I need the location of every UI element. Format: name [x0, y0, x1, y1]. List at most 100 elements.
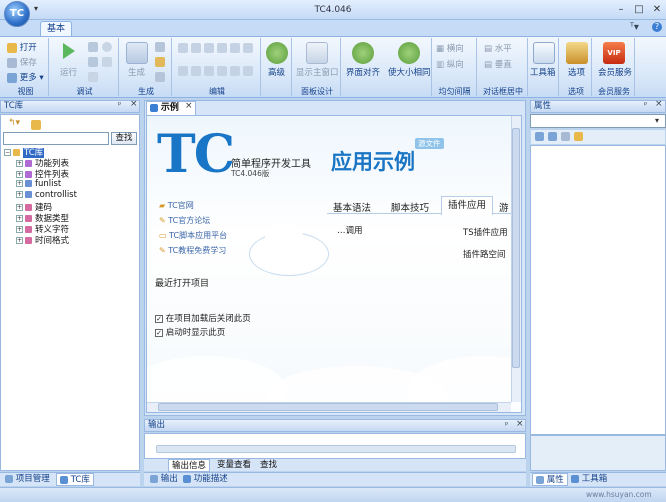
categorized-icon[interactable] [535, 132, 544, 141]
stop-icon[interactable] [102, 42, 112, 52]
tree-expander-icon[interactable]: + [16, 171, 23, 178]
uncomment-icon[interactable] [243, 66, 253, 76]
save-button[interactable]: 保存 [7, 56, 37, 68]
tree-item[interactable]: + 数据类型 [4, 212, 138, 224]
tree-expander-icon[interactable]: + [16, 215, 23, 222]
tree-item[interactable]: + 建码 [4, 201, 138, 213]
source-file-badge[interactable]: 源文件 [415, 138, 444, 149]
duplicate-icon[interactable] [243, 43, 253, 53]
tab-toolbox[interactable]: 工具箱 [568, 473, 610, 486]
compile-icon[interactable] [155, 42, 165, 52]
package-icon[interactable] [155, 57, 165, 67]
output-close-icon[interactable]: × [516, 419, 524, 429]
alphabetical-icon[interactable] [548, 132, 557, 141]
close-button[interactable]: ✕ [650, 3, 664, 16]
sample-vscroll-thumb[interactable] [512, 128, 520, 368]
generate-button[interactable]: 生成 [128, 66, 145, 78]
left-panel-close-icon[interactable]: × [130, 99, 138, 109]
breakpoint-icon[interactable] [102, 57, 112, 67]
pause-icon[interactable] [88, 72, 98, 82]
show-main-window-button[interactable]: 显示主窗口 [296, 66, 339, 78]
right-panel-close-icon[interactable]: × [655, 99, 663, 109]
paste-icon[interactable] [204, 43, 214, 53]
tab-variable-watch[interactable]: 变量查看 [214, 459, 254, 472]
undo-icon[interactable] [178, 66, 188, 76]
checkbox-show-on-start[interactable]: ✓ [155, 328, 163, 337]
ts-plugin-item[interactable]: TS插件应用 [463, 226, 508, 238]
tree-expander-icon[interactable]: + [16, 226, 23, 233]
option-show-on-start[interactable]: ✓ 启动时显示此页 [155, 326, 225, 338]
properties-icon[interactable] [561, 132, 570, 141]
help-question-icon[interactable]: ? [652, 22, 662, 32]
tab-output[interactable]: 输出 [147, 473, 181, 486]
more-button[interactable]: 更多 ▾ [7, 71, 44, 83]
tab-function-description[interactable]: 功能描述 [180, 473, 231, 486]
tab-find[interactable]: 查找 [257, 459, 280, 472]
open-button[interactable]: 打开 [7, 41, 37, 53]
left-fragment-item[interactable]: …调用 [337, 224, 363, 236]
library-search-input[interactable] [3, 132, 109, 145]
output-pin-icon[interactable]: ᵖ [505, 420, 508, 429]
tree-item[interactable]: + 时间格式 [4, 234, 138, 246]
copy-icon[interactable] [191, 43, 201, 53]
plugin-path-item[interactable]: 插件路空间 [463, 248, 506, 260]
vip-service-button[interactable]: 会员服务 [598, 66, 632, 78]
tree-expander-icon[interactable]: + [16, 204, 23, 211]
checkbox-close-after-load[interactable]: ✓ [155, 314, 163, 323]
tree-item[interactable]: + controllist [4, 190, 138, 201]
ribbon-tab-basic[interactable]: 基本 [40, 21, 72, 37]
tree-item[interactable]: − TC库 [4, 146, 138, 158]
left-panel-pin-icon[interactable]: ᵖ [118, 100, 121, 109]
tree-item[interactable]: + 控件列表 [4, 168, 138, 180]
tab-more[interactable]: 游 [499, 200, 509, 214]
events-icon[interactable] [574, 132, 583, 141]
app-menu-button[interactable]: TC [4, 1, 30, 27]
tab-basic-syntax[interactable]: 基本语法 [333, 200, 371, 214]
tab-project-manager[interactable]: 项目管理 [2, 473, 53, 486]
find-button[interactable]: 查找 [111, 132, 137, 145]
option-close-after-load[interactable]: ✓ 在项目加载后关闭此页 [155, 312, 251, 324]
link-tc-tutorial[interactable]: ✎ TC教程免费学习 [159, 243, 227, 258]
help-icon[interactable]: ᵀ▾ [630, 22, 639, 33]
link-tc-script-platform[interactable]: ▭ TC脚本应用平台 [159, 228, 227, 243]
align-button[interactable]: 界面对齐 [346, 66, 380, 78]
tree-expander-icon[interactable]: + [16, 237, 23, 244]
cut-icon[interactable] [178, 43, 188, 53]
advanced-button[interactable]: 高级 [268, 66, 285, 78]
redo-icon[interactable] [191, 66, 201, 76]
folder-icon[interactable] [31, 120, 41, 130]
link-tc-official[interactable]: ▰ TC官网 [159, 198, 227, 213]
output-hscrollbar[interactable] [156, 445, 516, 453]
minimize-button[interactable]: – [614, 3, 628, 16]
comment-icon[interactable] [230, 66, 240, 76]
indent-icon[interactable] [204, 66, 214, 76]
tab-tc-library[interactable]: TC库 [56, 473, 94, 486]
object-selector[interactable] [530, 114, 666, 128]
tree-expander-icon[interactable]: + [16, 160, 23, 167]
tree-expander-icon[interactable]: + [16, 180, 23, 187]
tree-item[interactable]: + 转义字符 [4, 223, 138, 235]
tab-properties[interactable]: 属性 [532, 473, 568, 486]
tab-plugin-apps[interactable]: 插件应用 [441, 196, 493, 215]
step-icon[interactable] [88, 42, 98, 52]
sample-hscroll-thumb[interactable] [158, 403, 498, 411]
outdent-icon[interactable] [217, 66, 227, 76]
find-icon[interactable] [217, 43, 227, 53]
center-vertical-button[interactable]: ▤ 垂直 [484, 58, 512, 70]
step-over-icon[interactable] [88, 57, 98, 67]
doc-tab-close-icon[interactable]: × [185, 101, 193, 111]
tree-item[interactable]: + 功能列表 [4, 157, 138, 169]
tree-item[interactable]: + funlist [4, 179, 138, 190]
build-settings-icon[interactable] [155, 72, 165, 82]
delete-icon[interactable] [230, 43, 240, 53]
run-button[interactable]: 运行 [60, 66, 77, 78]
maximize-button[interactable]: □ [632, 3, 646, 16]
tab-output-info[interactable]: 输出信息 [168, 459, 211, 472]
tab-script-tips[interactable]: 脚本技巧 [391, 200, 429, 214]
same-size-button[interactable]: 使大小相同 [388, 66, 431, 78]
tree-expander-icon[interactable]: − [4, 149, 11, 156]
link-tc-forum[interactable]: ✎ TC官方论坛 [159, 213, 227, 228]
toolbox-button[interactable]: 工具箱 [530, 66, 556, 78]
right-panel-pin-icon[interactable]: ᵖ [644, 100, 647, 109]
options-button[interactable]: 选项 [568, 66, 585, 78]
